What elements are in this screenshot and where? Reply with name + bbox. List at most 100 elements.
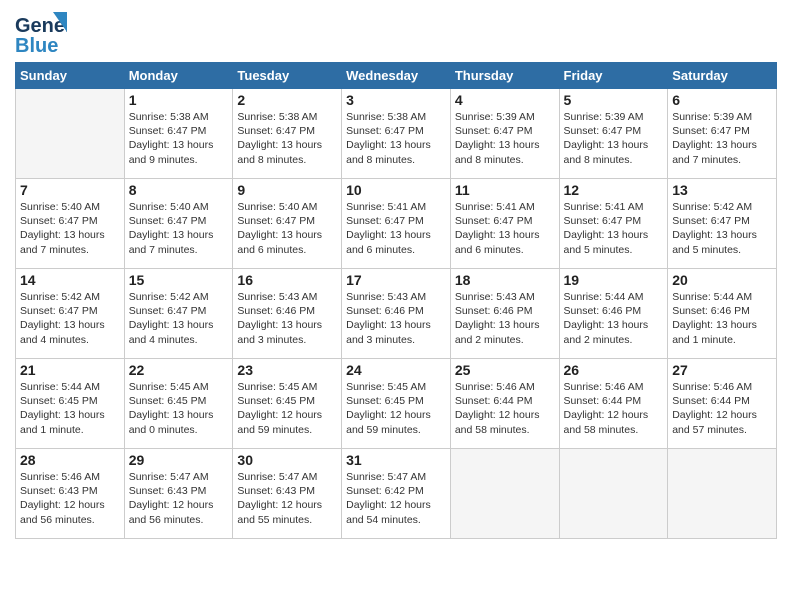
cal-cell-19: 19 Sunrise: 5:44 AM Sunset: 6:46 PM Dayli… bbox=[559, 269, 668, 359]
cell-info: Sunrise: 5:45 AM Sunset: 6:45 PM Dayligh… bbox=[346, 380, 446, 437]
day-number: 15 bbox=[129, 272, 229, 288]
day-header-sunday: Sunday bbox=[16, 63, 125, 89]
day-number: 13 bbox=[672, 182, 772, 198]
day-header-wednesday: Wednesday bbox=[342, 63, 451, 89]
cell-info: Sunrise: 5:43 AM Sunset: 6:46 PM Dayligh… bbox=[346, 290, 446, 347]
day-number: 3 bbox=[346, 92, 446, 108]
cal-cell-26: 26 Sunrise: 5:46 AM Sunset: 6:44 PM Dayli… bbox=[559, 359, 668, 449]
cal-cell-empty bbox=[450, 449, 559, 539]
day-number: 12 bbox=[564, 182, 664, 198]
day-header-friday: Friday bbox=[559, 63, 668, 89]
cell-info: Sunrise: 5:41 AM Sunset: 6:47 PM Dayligh… bbox=[564, 200, 664, 257]
day-number: 31 bbox=[346, 452, 446, 468]
cell-info: Sunrise: 5:42 AM Sunset: 6:47 PM Dayligh… bbox=[129, 290, 229, 347]
day-number: 7 bbox=[20, 182, 120, 198]
cell-info: Sunrise: 5:38 AM Sunset: 6:47 PM Dayligh… bbox=[237, 110, 337, 167]
day-number: 5 bbox=[564, 92, 664, 108]
cal-cell-15: 15 Sunrise: 5:42 AM Sunset: 6:47 PM Dayli… bbox=[124, 269, 233, 359]
cell-info: Sunrise: 5:42 AM Sunset: 6:47 PM Dayligh… bbox=[20, 290, 120, 347]
day-number: 25 bbox=[455, 362, 555, 378]
day-number: 29 bbox=[129, 452, 229, 468]
cal-cell-2: 2 Sunrise: 5:38 AM Sunset: 6:47 PM Daylig… bbox=[233, 89, 342, 179]
day-number: 6 bbox=[672, 92, 772, 108]
day-number: 21 bbox=[20, 362, 120, 378]
cal-cell-23: 23Sunrise: 5:45 AM Sunset: 6:45 PM Dayli… bbox=[233, 359, 342, 449]
day-header-thursday: Thursday bbox=[450, 63, 559, 89]
cal-cell-24: 24 Sunrise: 5:45 AM Sunset: 6:45 PM Dayli… bbox=[342, 359, 451, 449]
cal-cell-empty bbox=[668, 449, 777, 539]
cal-cell-28: 28 Sunrise: 5:46 AM Sunset: 6:43 PM Dayli… bbox=[16, 449, 125, 539]
cal-cell-25: 25 Sunrise: 5:46 AM Sunset: 6:44 PM Dayli… bbox=[450, 359, 559, 449]
cal-cell-10: 10 Sunrise: 5:41 AM Sunset: 6:47 PM Dayli… bbox=[342, 179, 451, 269]
cal-cell-6: 6 Sunrise: 5:39 AM Sunset: 6:47 PM Daylig… bbox=[668, 89, 777, 179]
cal-cell-18: 18 Sunrise: 5:43 AM Sunset: 6:46 PM Dayli… bbox=[450, 269, 559, 359]
day-number: 4 bbox=[455, 92, 555, 108]
day-number: 1 bbox=[129, 92, 229, 108]
cell-info: Sunrise: 5:39 AM Sunset: 6:47 PM Dayligh… bbox=[564, 110, 664, 167]
cell-info: Sunrise: 5:43 AM Sunset: 6:46 PM Dayligh… bbox=[237, 290, 337, 347]
cal-cell-22: 22 Sunrise: 5:45 AM Sunset: 6:45 PM Dayli… bbox=[124, 359, 233, 449]
day-number: 14 bbox=[20, 272, 120, 288]
cell-info: Sunrise: 5:41 AM Sunset: 6:47 PM Dayligh… bbox=[346, 200, 446, 257]
cell-info: Sunrise: 5:39 AM Sunset: 6:47 PM Dayligh… bbox=[455, 110, 555, 167]
cell-info: Sunrise: 5:40 AM Sunset: 6:47 PM Dayligh… bbox=[20, 200, 120, 257]
cell-info: Sunrise: 5:46 AM Sunset: 6:43 PM Dayligh… bbox=[20, 470, 120, 527]
day-number: 18 bbox=[455, 272, 555, 288]
cell-info: Sunrise: 5:39 AM Sunset: 6:47 PM Dayligh… bbox=[672, 110, 772, 167]
day-number: 17 bbox=[346, 272, 446, 288]
header: General Blue bbox=[15, 10, 777, 56]
cal-cell-empty bbox=[559, 449, 668, 539]
cal-cell-12: 12 Sunrise: 5:41 AM Sunset: 6:47 PM Dayli… bbox=[559, 179, 668, 269]
cell-info: Sunrise: 5:46 AM Sunset: 6:44 PM Dayligh… bbox=[455, 380, 555, 437]
cal-cell-9: 9 Sunrise: 5:40 AM Sunset: 6:47 PM Daylig… bbox=[233, 179, 342, 269]
cell-info: Sunrise: 5:40 AM Sunset: 6:47 PM Dayligh… bbox=[129, 200, 229, 257]
day-number: 11 bbox=[455, 182, 555, 198]
cell-info: Sunrise: 5:38 AM Sunset: 6:47 PM Dayligh… bbox=[129, 110, 229, 167]
cal-cell-7: 7 Sunrise: 5:40 AM Sunset: 6:47 PM Daylig… bbox=[16, 179, 125, 269]
day-number: 28 bbox=[20, 452, 120, 468]
cal-cell-5: 5 Sunrise: 5:39 AM Sunset: 6:47 PM Daylig… bbox=[559, 89, 668, 179]
day-header-tuesday: Tuesday bbox=[233, 63, 342, 89]
cal-cell-empty bbox=[16, 89, 125, 179]
logo-icon: General Blue bbox=[15, 10, 67, 56]
day-number: 8 bbox=[129, 182, 229, 198]
day-number: 16 bbox=[237, 272, 337, 288]
cell-info: Sunrise: 5:44 AM Sunset: 6:45 PM Dayligh… bbox=[20, 380, 120, 437]
cal-cell-29: 29 Sunrise: 5:47 AM Sunset: 6:43 PM Dayli… bbox=[124, 449, 233, 539]
cal-cell-20: 20 Sunrise: 5:44 AM Sunset: 6:46 PM Dayli… bbox=[668, 269, 777, 359]
cell-info: Sunrise: 5:46 AM Sunset: 6:44 PM Dayligh… bbox=[564, 380, 664, 437]
cell-info: Sunrise: 5:40 AM Sunset: 6:47 PM Dayligh… bbox=[237, 200, 337, 257]
cell-info: Sunrise: 5:45 AM Sunset: 6:45 PM Dayligh… bbox=[237, 380, 337, 437]
cal-cell-13: 13Sunrise: 5:42 AM Sunset: 6:47 PM Dayli… bbox=[668, 179, 777, 269]
cell-info: Sunrise: 5:43 AM Sunset: 6:46 PM Dayligh… bbox=[455, 290, 555, 347]
cell-info: Sunrise: 5:45 AM Sunset: 6:45 PM Dayligh… bbox=[129, 380, 229, 437]
day-number: 24 bbox=[346, 362, 446, 378]
cell-info: Sunrise: 5:44 AM Sunset: 6:46 PM Dayligh… bbox=[564, 290, 664, 347]
day-number: 19 bbox=[564, 272, 664, 288]
cal-cell-3: 3 Sunrise: 5:38 AM Sunset: 6:47 PM Daylig… bbox=[342, 89, 451, 179]
day-number: 22 bbox=[129, 362, 229, 378]
day-number: 10 bbox=[346, 182, 446, 198]
cal-cell-31: 31 Sunrise: 5:47 AM Sunset: 6:42 PM Dayli… bbox=[342, 449, 451, 539]
cell-info: Sunrise: 5:47 AM Sunset: 6:43 PM Dayligh… bbox=[129, 470, 229, 527]
day-header-saturday: Saturday bbox=[668, 63, 777, 89]
cal-cell-16: 16 Sunrise: 5:43 AM Sunset: 6:46 PM Dayli… bbox=[233, 269, 342, 359]
day-number: 2 bbox=[237, 92, 337, 108]
cell-info: Sunrise: 5:44 AM Sunset: 6:46 PM Dayligh… bbox=[672, 290, 772, 347]
cal-cell-27: 27Sunrise: 5:46 AM Sunset: 6:44 PM Dayli… bbox=[668, 359, 777, 449]
cell-info: Sunrise: 5:38 AM Sunset: 6:47 PM Dayligh… bbox=[346, 110, 446, 167]
day-number: 9 bbox=[237, 182, 337, 198]
cal-cell-21: 21 Sunrise: 5:44 AM Sunset: 6:45 PM Dayli… bbox=[16, 359, 125, 449]
cell-info: Sunrise: 5:47 AM Sunset: 6:42 PM Dayligh… bbox=[346, 470, 446, 527]
logo: General Blue bbox=[15, 10, 67, 56]
cal-cell-17: 17 Sunrise: 5:43 AM Sunset: 6:46 PM Dayli… bbox=[342, 269, 451, 359]
cal-cell-1: 1 Sunrise: 5:38 AM Sunset: 6:47 PM Daylig… bbox=[124, 89, 233, 179]
cal-cell-4: 4 Sunrise: 5:39 AM Sunset: 6:47 PM Daylig… bbox=[450, 89, 559, 179]
day-header-monday: Monday bbox=[124, 63, 233, 89]
cal-cell-8: 8 Sunrise: 5:40 AM Sunset: 6:47 PM Daylig… bbox=[124, 179, 233, 269]
svg-text:Blue: Blue bbox=[15, 35, 58, 56]
cal-cell-14: 14 Sunrise: 5:42 AM Sunset: 6:47 PM Dayli… bbox=[16, 269, 125, 359]
day-number: 20 bbox=[672, 272, 772, 288]
calendar-table: SundayMondayTuesdayWednesdayThursdayFrid… bbox=[15, 62, 777, 539]
day-number: 26 bbox=[564, 362, 664, 378]
